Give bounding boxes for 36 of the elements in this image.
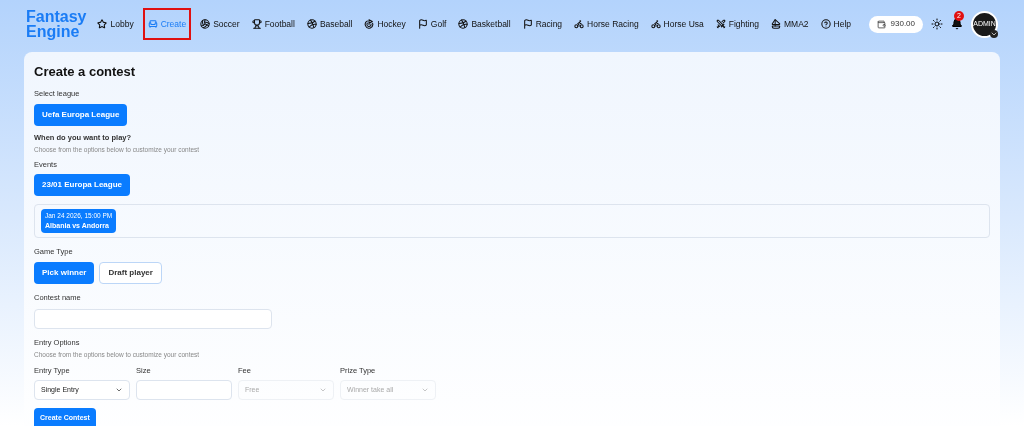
nav-link[interactable]: Basketball bbox=[455, 8, 514, 40]
nav-link[interactable]: MMA2 bbox=[768, 8, 812, 40]
flag-icon bbox=[522, 19, 533, 29]
bell-icon[interactable] bbox=[951, 18, 963, 30]
option-button[interactable]: Pick winner bbox=[34, 262, 95, 285]
star-icon bbox=[97, 19, 108, 29]
nav-link[interactable]: Horse Racing bbox=[571, 8, 642, 40]
boat-icon bbox=[771, 19, 781, 29]
nav-link[interactable]: Lobby bbox=[94, 8, 137, 40]
sun-icon[interactable] bbox=[931, 18, 943, 30]
chevron-icon bbox=[990, 29, 998, 38]
nav-link[interactable]: Football bbox=[248, 8, 298, 40]
ball-icon bbox=[200, 19, 211, 29]
balance-pill[interactable]: 930.00 bbox=[868, 15, 923, 33]
nav-link[interactable]: Hockey bbox=[361, 8, 409, 40]
help-icon bbox=[820, 19, 831, 29]
contest-name-field[interactable] bbox=[34, 308, 272, 329]
flag-icon bbox=[417, 19, 428, 29]
page-title: Create a contest bbox=[34, 63, 137, 81]
option-button[interactable]: 23/01 Europa League bbox=[34, 174, 131, 196]
seat-icon bbox=[147, 19, 158, 29]
option-button[interactable]: Draft player bbox=[99, 262, 162, 285]
size-field[interactable] bbox=[136, 379, 232, 400]
wallet-icon bbox=[876, 19, 886, 29]
nav-link[interactable]: Racing bbox=[519, 8, 566, 40]
nav-link[interactable]: Horse Usa bbox=[647, 8, 707, 40]
trophy-icon bbox=[251, 19, 262, 29]
swords-icon bbox=[715, 19, 726, 29]
ball-icon bbox=[458, 19, 469, 29]
nav-link[interactable]: Help bbox=[817, 8, 855, 40]
nav-link[interactable]: Baseball bbox=[303, 8, 356, 40]
option-button[interactable]: Uefa Europa League bbox=[34, 103, 128, 126]
ball-icon bbox=[306, 19, 317, 29]
nav-link[interactable]: Fighting bbox=[712, 8, 762, 40]
nav-link[interactable]: Soccer bbox=[197, 8, 243, 40]
nav-link[interactable]: Golf bbox=[414, 8, 450, 40]
